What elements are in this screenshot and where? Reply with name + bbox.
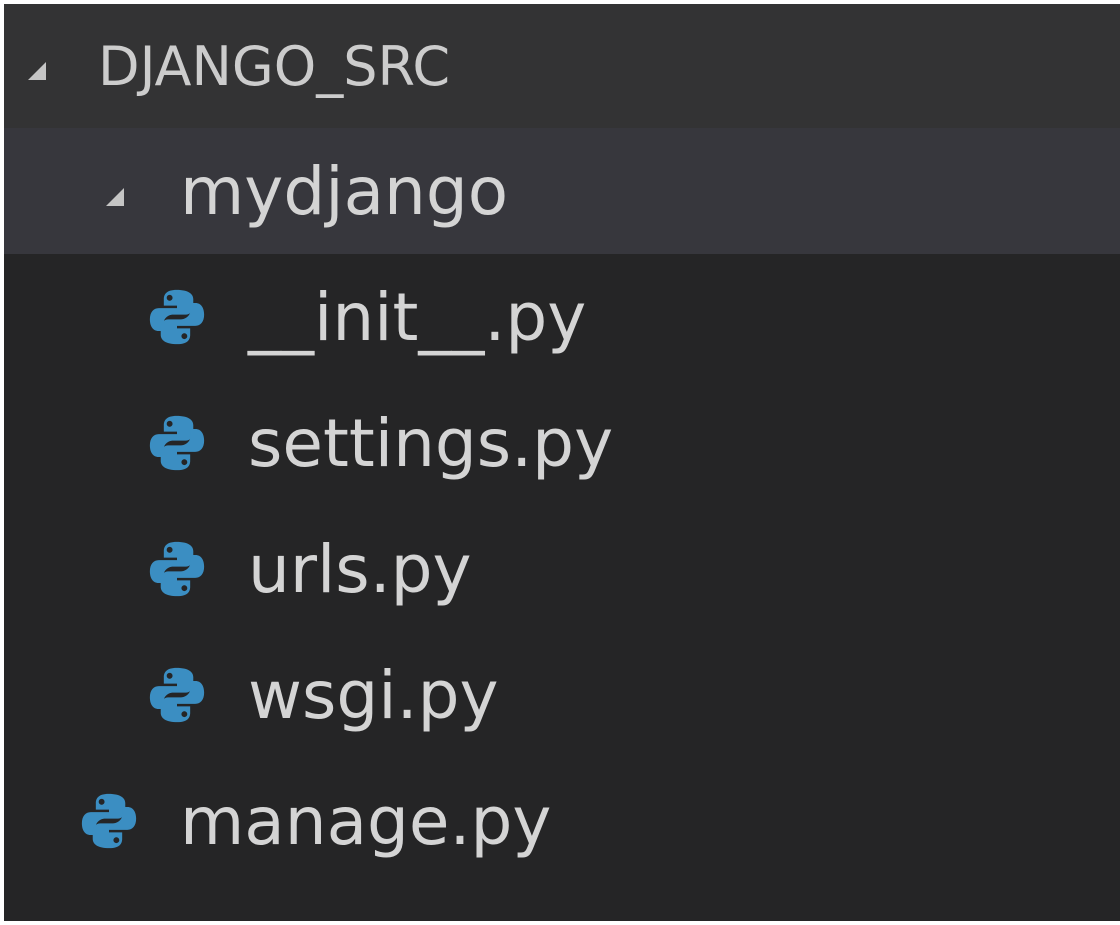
python-icon [146,664,208,726]
python-icon [146,286,208,348]
section-title: DJANGO_SRC [98,34,451,98]
tree-file-urls[interactable]: urls.py [4,506,1120,632]
file-label: settings.py [248,404,614,482]
file-label: urls.py [248,530,472,608]
file-label: manage.py [180,782,552,860]
python-icon [146,412,208,474]
tree-file-manage[interactable]: manage.py [4,758,1120,884]
tree-file-settings[interactable]: settings.py [4,380,1120,506]
file-explorer: DJANGO_SRC mydjango __init__.py settings… [4,4,1120,921]
folder-label: mydjango [180,152,509,230]
tree-folder-mydjango[interactable]: mydjango [4,128,1120,254]
file-label: __init__.py [248,278,587,356]
explorer-section-header[interactable]: DJANGO_SRC [4,4,1120,128]
file-label: wsgi.py [248,656,499,734]
tree-file-init[interactable]: __init__.py [4,254,1120,380]
expanded-chevron-icon[interactable] [28,62,46,80]
expanded-chevron-icon[interactable] [106,188,124,206]
python-icon [78,790,140,852]
python-icon [146,538,208,600]
tree-file-wsgi[interactable]: wsgi.py [4,632,1120,758]
